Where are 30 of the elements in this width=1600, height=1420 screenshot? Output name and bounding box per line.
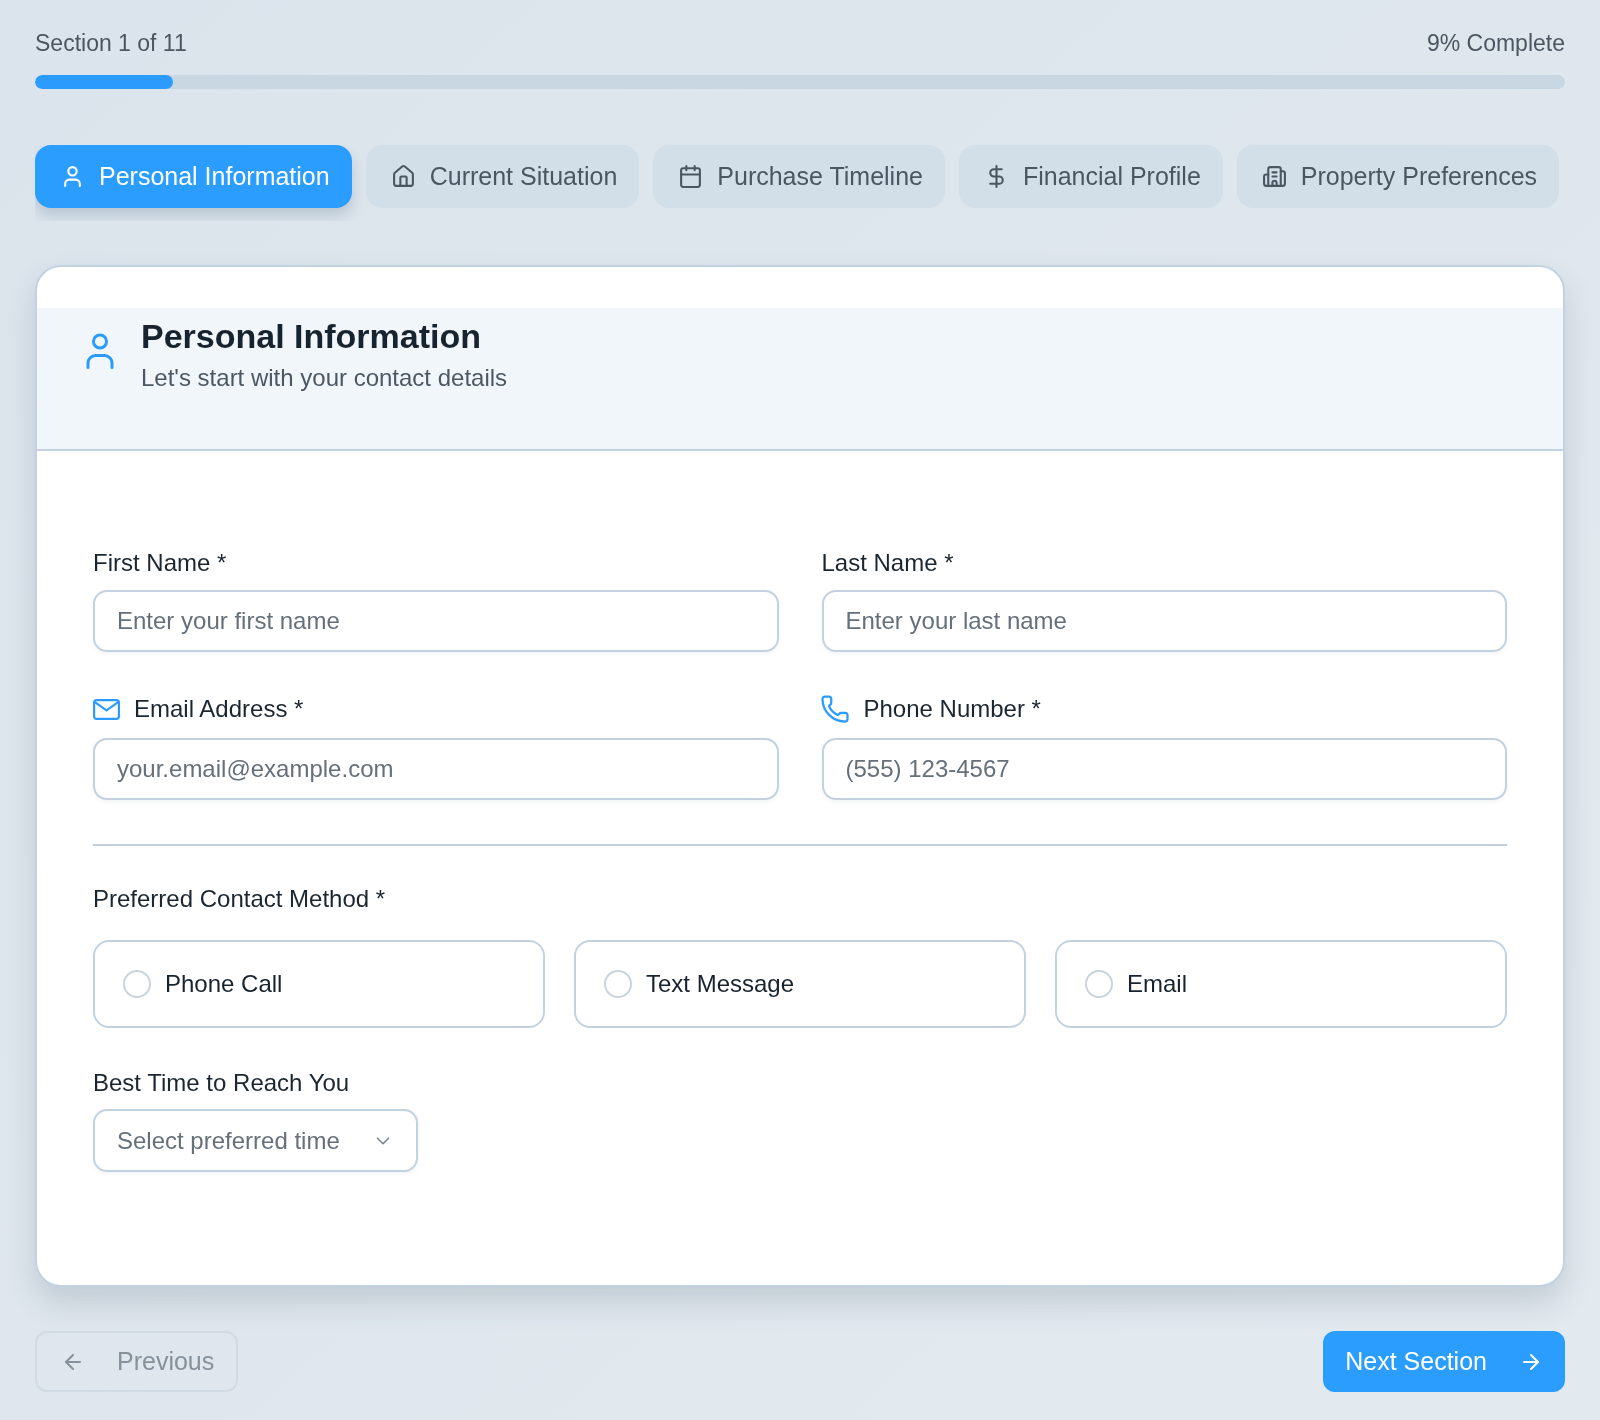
field-label: Preferred Contact Method * <box>93 884 386 914</box>
time-select[interactable]: Select preferred time <box>93 1109 418 1172</box>
house-icon <box>390 164 416 189</box>
card-subtitle: Let's start with your contact details <box>141 363 508 393</box>
field-label: Email Address * <box>134 694 304 724</box>
field-label: Last Name * <box>821 548 954 578</box>
contact-option[interactable]: Email <box>1055 940 1507 1028</box>
contact-option[interactable]: Phone Call <box>93 940 545 1028</box>
field-label: Phone Number * <box>863 694 1041 724</box>
text-field[interactable]: (555) 123-4567 <box>821 738 1507 800</box>
section-counter: Section 1 of 11 <box>35 29 187 58</box>
card-title: Personal Information <box>141 316 483 357</box>
next-section-button[interactable]: Next Section <box>1323 1331 1565 1392</box>
building-icon <box>1261 164 1287 189</box>
mail-icon <box>93 698 120 720</box>
field-label: Best Time to Reach You <box>93 1068 350 1098</box>
calendar-icon <box>678 164 704 189</box>
text-field[interactable]: your.email@example.com <box>93 738 779 800</box>
section-tab[interactable]: Purchase Timeline <box>653 145 945 208</box>
contact-option[interactable]: Text Message <box>574 940 1026 1028</box>
text-field[interactable]: Enter your first name <box>93 590 779 652</box>
text-field[interactable]: Enter your last name <box>821 590 1507 652</box>
phone-icon <box>819 694 850 724</box>
field-label: First Name * <box>93 548 227 578</box>
section-tab[interactable]: Financial Profile <box>958 145 1223 208</box>
person-icon <box>86 333 114 369</box>
section-tab[interactable]: Property Preferences <box>1236 145 1560 208</box>
section-tab[interactable]: Personal Information <box>35 145 352 208</box>
section-tab[interactable]: Current Situation <box>365 145 640 208</box>
completion-percent: 9% Complete <box>1426 29 1565 58</box>
